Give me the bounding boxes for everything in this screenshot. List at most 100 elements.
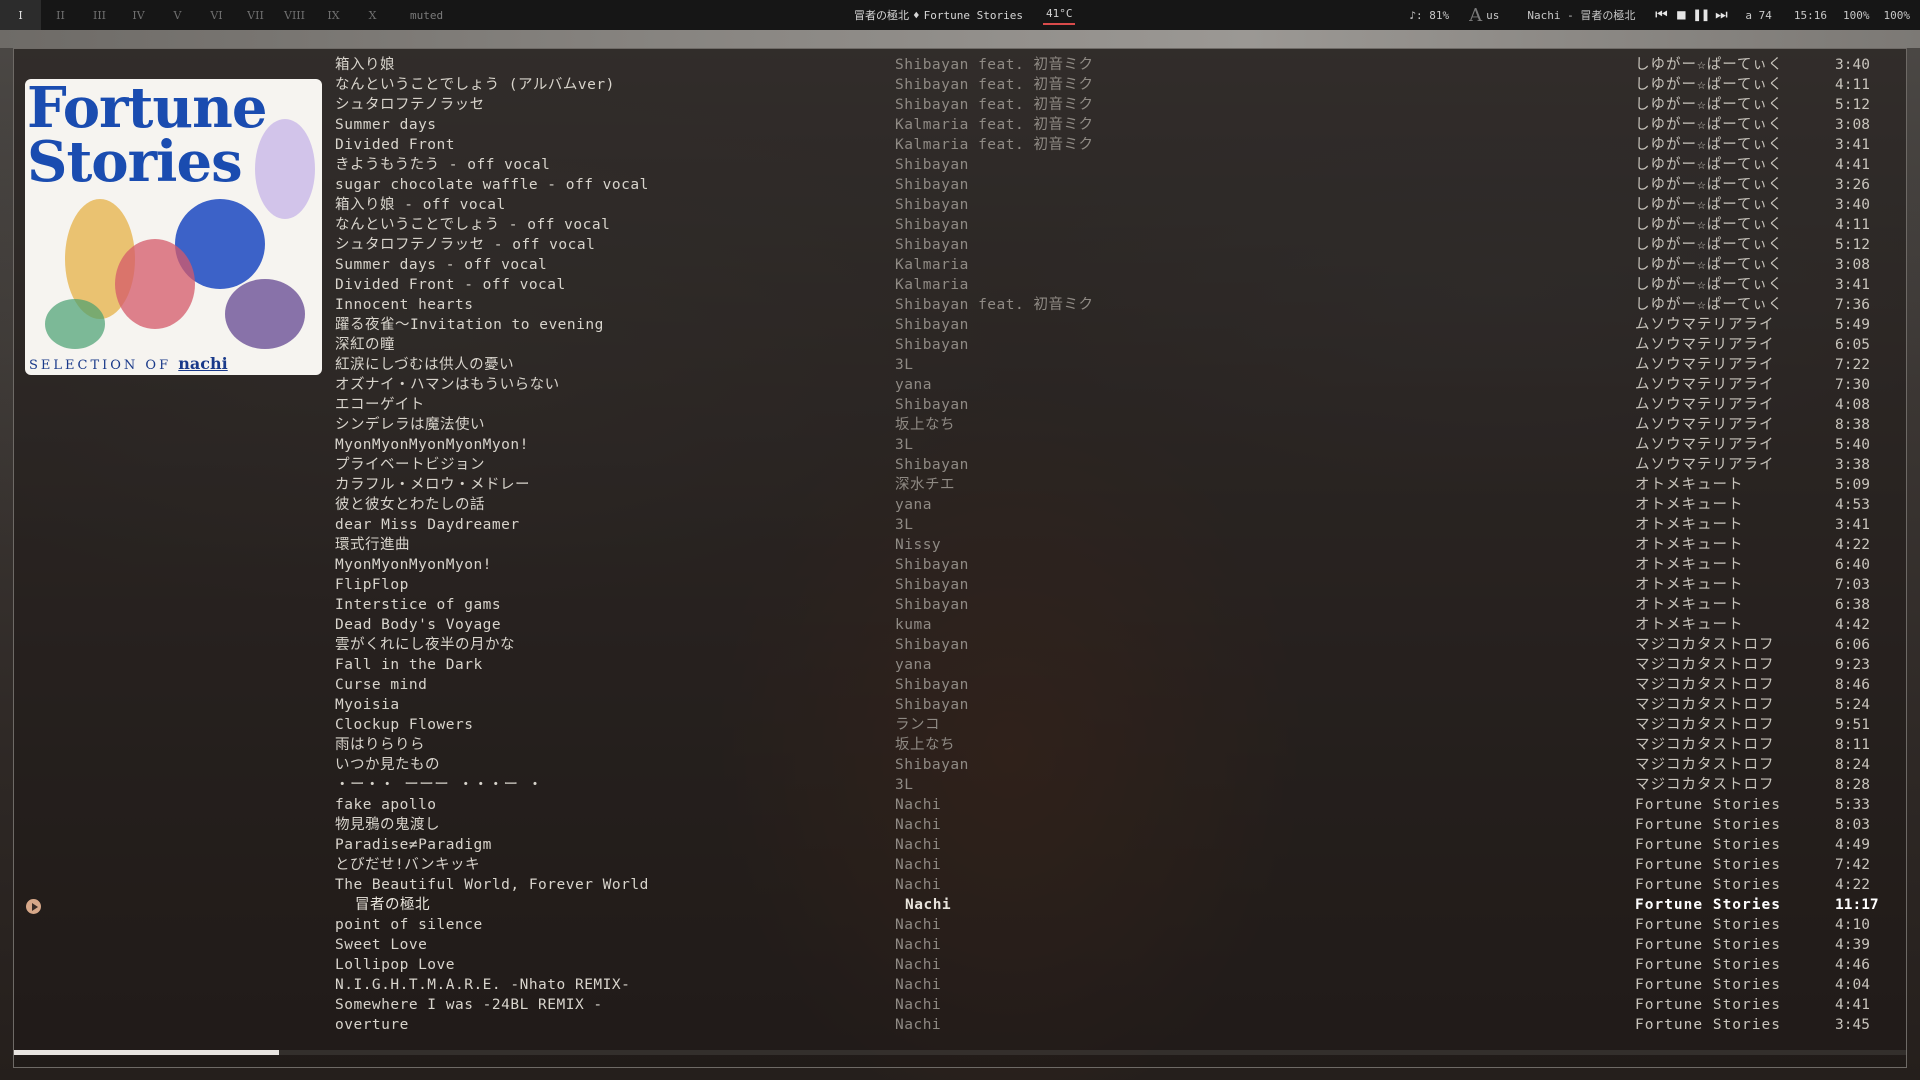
album-art-title-line2: Stories (27, 129, 243, 195)
album-art-shape (225, 279, 305, 349)
playlist-row[interactable]: いつか見たもの Shibayan マジコカタストロフ 8:24 (335, 755, 1895, 775)
workspace-button[interactable]: V (158, 0, 197, 30)
track-artist: Shibayan (895, 237, 969, 253)
playlist-row[interactable]: N.I.G.H.T.M.A.R.E. -Nhato REMIX- Nachi For… (335, 975, 1895, 995)
track-duration: 8:11 (1835, 737, 1870, 753)
playlist-row[interactable]: 雨はりらりら 坂上なち マジコカタストロフ 8:11 (335, 735, 1895, 755)
track-title: Clockup Flowers (335, 717, 474, 733)
playlist-row[interactable]: 雲がくれにし夜半の月かな Shibayan マジコカタストロフ 6:06 (335, 635, 1895, 655)
playlist-row[interactable]: カラフル・メロウ・メドレー 深水チエ オトメキュート 5:09 (335, 475, 1895, 495)
workspace-button[interactable]: VII (236, 0, 275, 30)
temperature-indicator: 41°C (1042, 5, 1076, 25)
track-artist: Shibayan feat. 初音ミク (895, 97, 1094, 113)
playlist-row[interactable]: エコーゲイト Shibayan ムソウマテリアライ 4:08 (335, 395, 1895, 415)
track-duration: 4:11 (1835, 77, 1870, 93)
playlist-row[interactable]: Summer days - off vocal Kalmaria しゆがー☆ぱーてぃ… (335, 255, 1895, 275)
playlist-row[interactable]: Clockup Flowers ランコ マジコカタストロフ 9:51 (335, 715, 1895, 735)
playlist-row[interactable]: 物見鴉の鬼渡し Nachi Fortune Stories 8:03 (335, 815, 1895, 835)
playlist-row[interactable]: Lollipop Love Nachi Fortune Stories 4:46 (335, 955, 1895, 975)
playlist-row[interactable]: fake apollo Nachi Fortune Stories 5:33 (335, 795, 1895, 815)
track-duration: 3:40 (1835, 197, 1870, 213)
playlist-row[interactable]: シュタロフテノラッセ - off vocal Shibayan しゆがー☆ぱーてぃく… (335, 235, 1895, 255)
workspace-button[interactable]: VI (197, 0, 236, 30)
playlist-row[interactable]: 躍る夜雀〜Invitation to evening Shibayan ムソウマテリ… (335, 315, 1895, 335)
track-album: しゆがー☆ぱーてぃく (1635, 297, 1784, 313)
playlist-row[interactable]: Summer days Kalmaria feat. 初音ミク しゆがー☆ぱーてぃく… (335, 115, 1895, 135)
playlist-row[interactable]: プライベートビジョン Shibayan ムソウマテリアライ 3:38 (335, 455, 1895, 475)
workspace-button[interactable]: I (0, 0, 41, 30)
playlist-row[interactable]: 彼と彼女とわたしの話 yana オトメキュート 4:53 (335, 495, 1895, 515)
now-playing[interactable]: 冒者の極北 ♦ Fortune Stories 41°C (854, 0, 1076, 30)
playlist-row[interactable]: なんということでしょう (アルバムver) Shibayan feat. 初音ミク… (335, 75, 1895, 95)
right-status-area: ♪: 81% A us Nachi - 冒者の極北 ⏮ ■ ❚❚ ⏭ a 74 … (1409, 0, 1910, 30)
track-album: ムソウマテリアライ (1635, 457, 1775, 473)
track-artist: Nachi (895, 797, 942, 813)
playlist-row[interactable]: Divided Front - off vocal Kalmaria しゆがー☆ぱー… (335, 275, 1895, 295)
playlist-row[interactable]: overture Nachi Fortune Stories 3:45 (335, 1015, 1895, 1035)
playlist-row[interactable]: 箱入り娘 - off vocal Shibayan しゆがー☆ぱーてぃく 3:40 (335, 195, 1895, 215)
playlist-row[interactable]: とびだせ!バンキッキ Nachi Fortune Stories 7:42 (335, 855, 1895, 875)
playlist-row[interactable]: dear Miss Daydreamer 3L オトメキュート 3:41 (335, 515, 1895, 535)
track-title: 雲がくれにし夜半の月かな (335, 637, 515, 653)
playlist-row[interactable]: The Beautiful World, Forever World Nachi F… (335, 875, 1895, 895)
workspace-button[interactable]: III (80, 0, 119, 30)
playlist-row[interactable]: なんということでしょう - off vocal Shibayan しゆがー☆ぱーてぃ… (335, 215, 1895, 235)
next-track-icon[interactable]: ⏭ (1711, 0, 1731, 30)
playlist-row[interactable]: Dead Body's Voyage kuma オトメキュート 4:42 (335, 615, 1895, 635)
track-title: Paradise≠Paradigm (335, 837, 492, 853)
workspace-button[interactable]: VIII (275, 0, 314, 30)
playlist-row[interactable]: ・ー・・ ーーー ・・・ー ・ 3L マジコカタストロフ 8:28 (335, 775, 1895, 795)
playlist-row[interactable]: オズナイ・ハマンはもういらない yana ムソウマテリアライ 7:30 (335, 375, 1895, 395)
playlist-row[interactable]: Divided Front Kalmaria feat. 初音ミク しゆがー☆ぱーて… (335, 135, 1895, 155)
playlist-row[interactable]: point of silence Nachi Fortune Stories 4:10 (335, 915, 1895, 935)
playlist-row[interactable]: Myoisia Shibayan マジコカタストロフ 5:24 (335, 695, 1895, 715)
playlist-row[interactable]: Interstice of gams Shibayan オトメキュート 6:38 (335, 595, 1895, 615)
playlist-row[interactable]: きようもうたう - off vocal Shibayan しゆがー☆ぱーてぃく 4:4… (335, 155, 1895, 175)
playlist-row[interactable]: シンデレラは魔法使い 坂上なち ムソウマテリアライ 8:38 (335, 415, 1895, 435)
mute-indicator[interactable]: muted (410, 9, 443, 22)
stop-icon[interactable]: ■ (1671, 0, 1691, 30)
track-album: Fortune Stories (1635, 957, 1781, 973)
playlist-row[interactable]: sugar chocolate waffle - off vocal Shibay… (335, 175, 1895, 195)
playlist-row[interactable]: Innocent hearts Shibayan feat. 初音ミク しゆがー☆ぱ… (335, 295, 1895, 315)
workspace-button[interactable]: IV (119, 0, 158, 30)
track-album: オトメキュート (1635, 617, 1744, 633)
playlist-row[interactable]: 環式行進曲 Nissy オトメキュート 4:22 (335, 535, 1895, 555)
playlist-row[interactable]: 紅涙にしづむは供人の憂い 3L ムソウマテリアライ 7:22 (335, 355, 1895, 375)
playlist-row[interactable]: Sweet Love Nachi Fortune Stories 4:39 (335, 935, 1895, 955)
playlist-row[interactable]: 深紅の瞳 Shibayan ムソウマテリアライ 6:05 (335, 335, 1895, 355)
track-artist: 深水チエ (895, 477, 955, 493)
track-album: Fortune Stories (1635, 897, 1781, 913)
track-duration: 11:17 (1835, 897, 1879, 913)
pause-icon[interactable]: ❚❚ (1691, 0, 1711, 30)
workspace-button[interactable]: X (353, 0, 392, 30)
workspace-button[interactable]: II (41, 0, 80, 30)
track-artist: kuma (895, 617, 932, 633)
playlist-row[interactable]: MyonMyonMyonMyon! Shibayan オトメキュート 6:40 (335, 555, 1895, 575)
track-title: とびだせ!バンキッキ (335, 857, 480, 873)
track-duration: 5:33 (1835, 797, 1870, 813)
playlist-row[interactable]: シュタロフテノラッセ Shibayan feat. 初音ミク しゆがー☆ぱーてぃく 5… (335, 95, 1895, 115)
previous-track-icon[interactable]: ⏮ (1651, 0, 1671, 30)
play-icon[interactable] (26, 899, 41, 914)
playlist-row-current[interactable]: 冒者の極北 Nachi Fortune Stories 11:17 (335, 895, 1895, 915)
track-duration: 6:40 (1835, 557, 1870, 573)
workspace-button[interactable]: IX (314, 0, 353, 30)
playlist-row[interactable]: FlipFlop Shibayan オトメキュート 7:03 (335, 575, 1895, 595)
progress-bar[interactable] (14, 1050, 1906, 1055)
track-album: ムソウマテリアライ (1635, 357, 1775, 373)
playlist-row[interactable]: Curse mind Shibayan マジコカタストロフ 8:46 (335, 675, 1895, 695)
playlist-row[interactable]: Fall in the Dark yana マジコカタストロフ 9:23 (335, 655, 1895, 675)
track-title: ・ー・・ ーーー ・・・ー ・ (335, 777, 543, 793)
playlist-row[interactable]: Paradise≠Paradigm Nachi Fortune Stories 4:4… (335, 835, 1895, 855)
playlist-row[interactable]: Somewhere I was -24BL REMIX - Nachi Fortun… (335, 995, 1895, 1015)
track-duration: 7:30 (1835, 377, 1870, 393)
playlist-row[interactable]: 箱入り娘 Shibayan feat. 初音ミク しゆがー☆ぱーてぃく 3:40 (335, 55, 1895, 75)
keyboard-layout[interactable]: us (1486, 9, 1499, 22)
track-album: Fortune Stories (1635, 977, 1781, 993)
track-album: しゆがー☆ぱーてぃく (1635, 217, 1784, 233)
volume-indicator[interactable]: ♪: 81% (1409, 9, 1449, 22)
track-album: オトメキュート (1635, 597, 1744, 613)
album-art-title: Fortune Stories (27, 80, 267, 195)
playlist-row[interactable]: MyonMyonMyonMyonMyon! 3L ムソウマテリアライ 5:40 (335, 435, 1895, 455)
